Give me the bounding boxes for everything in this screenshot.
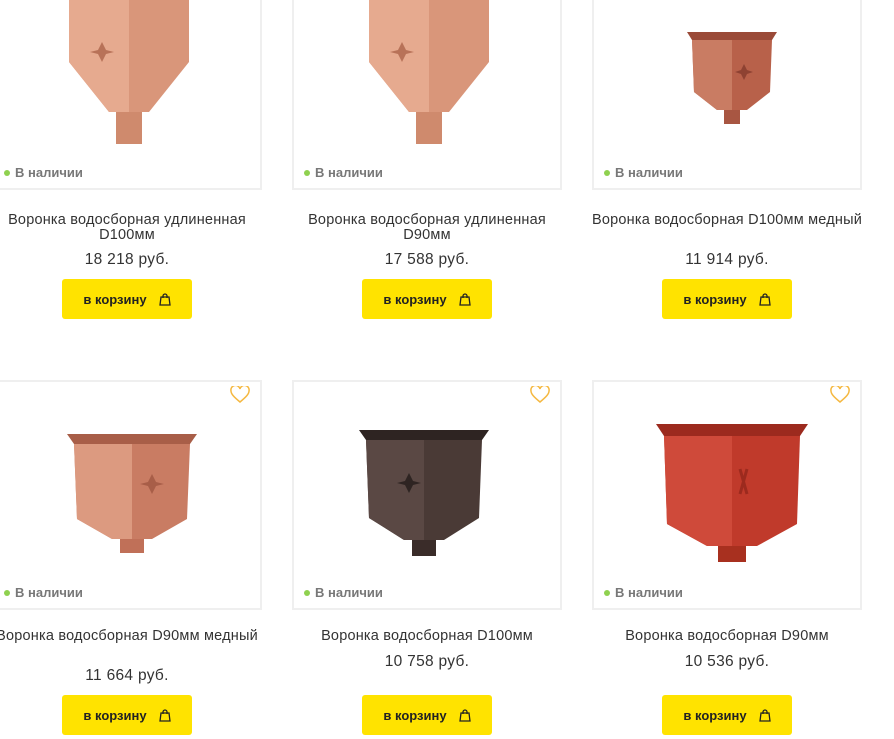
- heart-icon[interactable]: [830, 386, 850, 404]
- shopping-bag-icon: [758, 292, 771, 306]
- heart-icon[interactable]: [530, 386, 550, 404]
- product-image-box[interactable]: В наличии: [0, 0, 262, 190]
- product-image: [67, 434, 197, 553]
- in-stock-dot-icon: [4, 169, 10, 176]
- stock-label: В наличии: [615, 585, 683, 600]
- add-to-cart-button[interactable]: в корзину: [362, 279, 492, 319]
- stock-status: В наличии: [304, 165, 383, 180]
- stock-label: В наличии: [615, 165, 683, 180]
- shopping-bag-icon: [758, 708, 771, 722]
- add-to-cart-button[interactable]: в корзину: [62, 279, 192, 319]
- shopping-bag-icon: [158, 708, 171, 722]
- stock-status: В наличии: [4, 165, 83, 180]
- in-stock-dot-icon: [604, 589, 610, 596]
- in-stock-dot-icon: [304, 169, 310, 176]
- product-price: 11 664 руб.: [85, 667, 169, 684]
- in-stock-dot-icon: [604, 169, 610, 176]
- product-title[interactable]: Воронка водосборная удлиненная D100мм: [0, 213, 262, 243]
- add-to-cart-label: в корзину: [383, 707, 447, 723]
- product-image: [687, 32, 777, 124]
- product-price: 10 536 руб.: [684, 653, 770, 670]
- product-price: 11 914 руб.: [685, 251, 769, 268]
- stock-status: В наличии: [4, 585, 83, 600]
- product-image: [69, 0, 189, 144]
- stock-label: В наличии: [315, 585, 383, 600]
- in-stock-dot-icon: [4, 589, 10, 596]
- product-image-box[interactable]: В наличии: [292, 0, 562, 190]
- product-title[interactable]: Воронка водосборная D90мм: [592, 629, 862, 644]
- add-to-cart-button[interactable]: в корзину: [362, 695, 492, 735]
- heart-icon[interactable]: [230, 386, 250, 404]
- product-title[interactable]: Воронка водосборная D100мм медный: [592, 213, 862, 228]
- product-image-box[interactable]: В наличии: [592, 0, 862, 190]
- product-image: [656, 424, 808, 562]
- add-to-cart-label: в корзину: [683, 707, 747, 723]
- stock-status: В наличии: [604, 585, 683, 600]
- shopping-bag-icon: [458, 708, 471, 722]
- add-to-cart-label: в корзину: [383, 291, 447, 307]
- product-image-box[interactable]: В наличии: [592, 380, 862, 610]
- product-title[interactable]: Воронка водосборная удлиненная D90мм: [292, 213, 562, 243]
- stock-status: В наличии: [304, 585, 383, 600]
- product-title[interactable]: Воронка водосборная D100мм: [292, 629, 562, 644]
- product-image-box[interactable]: В наличии: [292, 380, 562, 610]
- add-to-cart-button[interactable]: в корзину: [662, 695, 792, 735]
- product-price: 18 218 руб.: [84, 251, 170, 268]
- add-to-cart-label: в корзину: [83, 707, 147, 723]
- stock-label: В наличии: [15, 585, 83, 600]
- product-title[interactable]: Воронка водосборная D90мм медный: [0, 629, 262, 644]
- add-to-cart-button[interactable]: в корзину: [62, 695, 192, 735]
- product-image: [359, 430, 489, 556]
- product-price: 17 588 руб.: [384, 251, 470, 268]
- in-stock-dot-icon: [304, 589, 310, 596]
- product-price: 10 758 руб.: [384, 653, 470, 670]
- add-to-cart-label: в корзину: [83, 291, 147, 307]
- shopping-bag-icon: [158, 292, 171, 306]
- stock-status: В наличии: [604, 165, 683, 180]
- stock-label: В наличии: [15, 165, 83, 180]
- shopping-bag-icon: [458, 292, 471, 306]
- product-image: [369, 0, 489, 144]
- add-to-cart-label: в корзину: [683, 291, 747, 307]
- stock-label: В наличии: [315, 165, 383, 180]
- product-image-box[interactable]: В наличии: [0, 380, 262, 610]
- add-to-cart-button[interactable]: в корзину: [662, 279, 792, 319]
